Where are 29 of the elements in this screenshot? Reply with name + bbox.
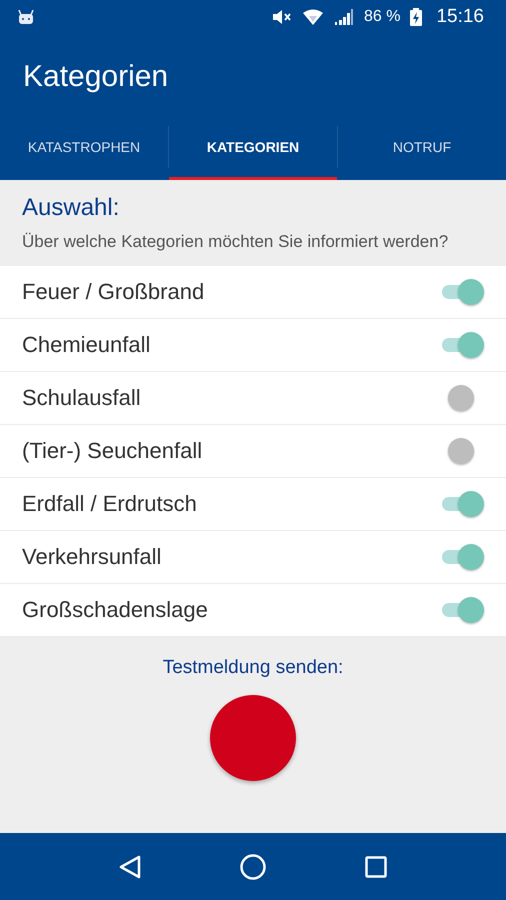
toggle-switch[interactable] [440,489,484,519]
section-heading: Auswahl: [22,194,120,222]
android-icon [18,10,34,24]
home-icon[interactable] [240,854,266,880]
category-label: (Tier-) Seuchenfall [22,438,204,464]
toggle-switch[interactable] [440,595,484,625]
category-label: Großschadenslage [22,597,209,623]
clock-time: 15:16 [436,6,484,28]
test-label: Testmeldung senden: [162,657,344,679]
tab[interactable]: NOTRUF [338,120,506,180]
recents-icon[interactable] [364,856,387,878]
category-label: Erdfall / Erdrutsch [22,491,198,517]
screen-title: Kategorien [23,60,168,94]
toggle-switch[interactable] [440,330,484,360]
back-icon[interactable] [119,854,142,878]
category-label: Chemieunfall [22,332,152,358]
section-description: Über welche Kategorien möchten Sie informiert werden? [22,231,450,253]
toggle-switch[interactable] [440,277,484,307]
tab[interactable]: KATASTROPHEN [0,120,168,180]
battery-charging-icon [410,8,422,26]
category-label: Feuer / Großbrand [22,279,206,305]
signal-icon [334,9,354,25]
category-label: Schulausfall [22,385,142,411]
send-test-button[interactable] [210,695,296,781]
toggle-switch[interactable] [440,542,484,572]
mute-icon [272,9,292,25]
wifi-icon [302,9,324,25]
category-label: Verkehrsunfall [22,544,162,570]
battery-percentage: 86 % [364,8,400,26]
